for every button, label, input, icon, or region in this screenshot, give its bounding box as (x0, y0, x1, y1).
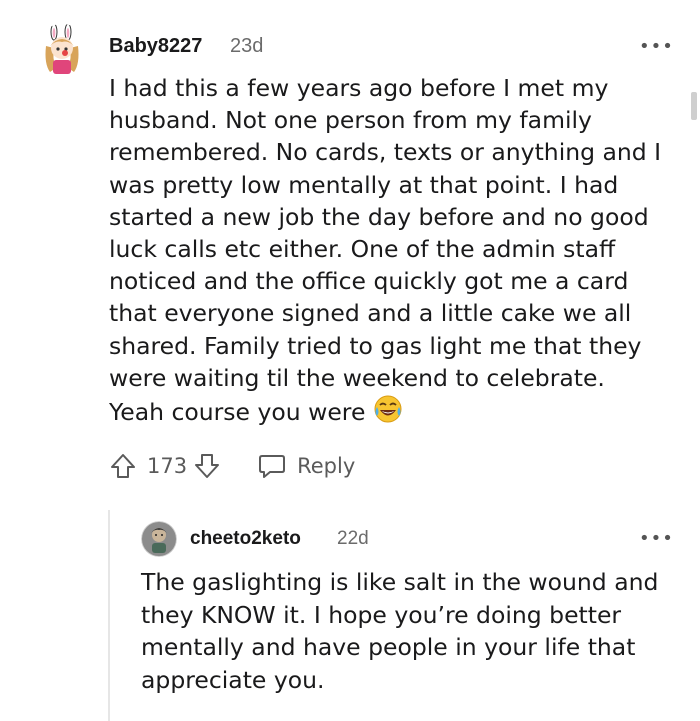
downvote-arrow-icon (195, 454, 220, 478)
comment-actions: 173 Reply (109, 450, 355, 482)
vote-score: 173 (147, 454, 188, 478)
reply-label: Reply (297, 454, 356, 478)
bunny-girl-avatar-icon (36, 24, 88, 76)
comment-timestamp: 23d (230, 35, 264, 57)
downvote-button[interactable] (193, 452, 221, 480)
comment-author[interactable]: Baby8227 (109, 35, 202, 58)
thread-line[interactable] (108, 510, 110, 721)
scrollbar-thumb[interactable] (691, 92, 697, 120)
comment-body-text: I had this a few years ago before I met … (109, 74, 662, 427)
speech-bubble-icon (259, 455, 286, 478)
more-options-button[interactable]: ••• (639, 38, 674, 56)
user-avatar[interactable] (36, 24, 88, 76)
upvote-button[interactable] (109, 452, 137, 480)
upvote-arrow-icon (111, 454, 135, 478)
comment-author[interactable]: cheeto2keto (190, 528, 301, 550)
tears-of-joy-emoji-icon (373, 394, 403, 432)
comment-timestamp: 22d (337, 528, 369, 549)
comment-body-text: The gaslighting is like salt in the woun… (141, 568, 659, 694)
more-options-button[interactable]: ••• (639, 530, 674, 548)
comment-body: The gaslighting is like salt in the woun… (141, 566, 686, 696)
comment-body: I had this a few years ago before I met … (109, 72, 684, 432)
reply-button[interactable]: Reply (257, 452, 355, 480)
user-avatar[interactable] (141, 521, 177, 557)
character-avatar-icon (141, 521, 177, 557)
